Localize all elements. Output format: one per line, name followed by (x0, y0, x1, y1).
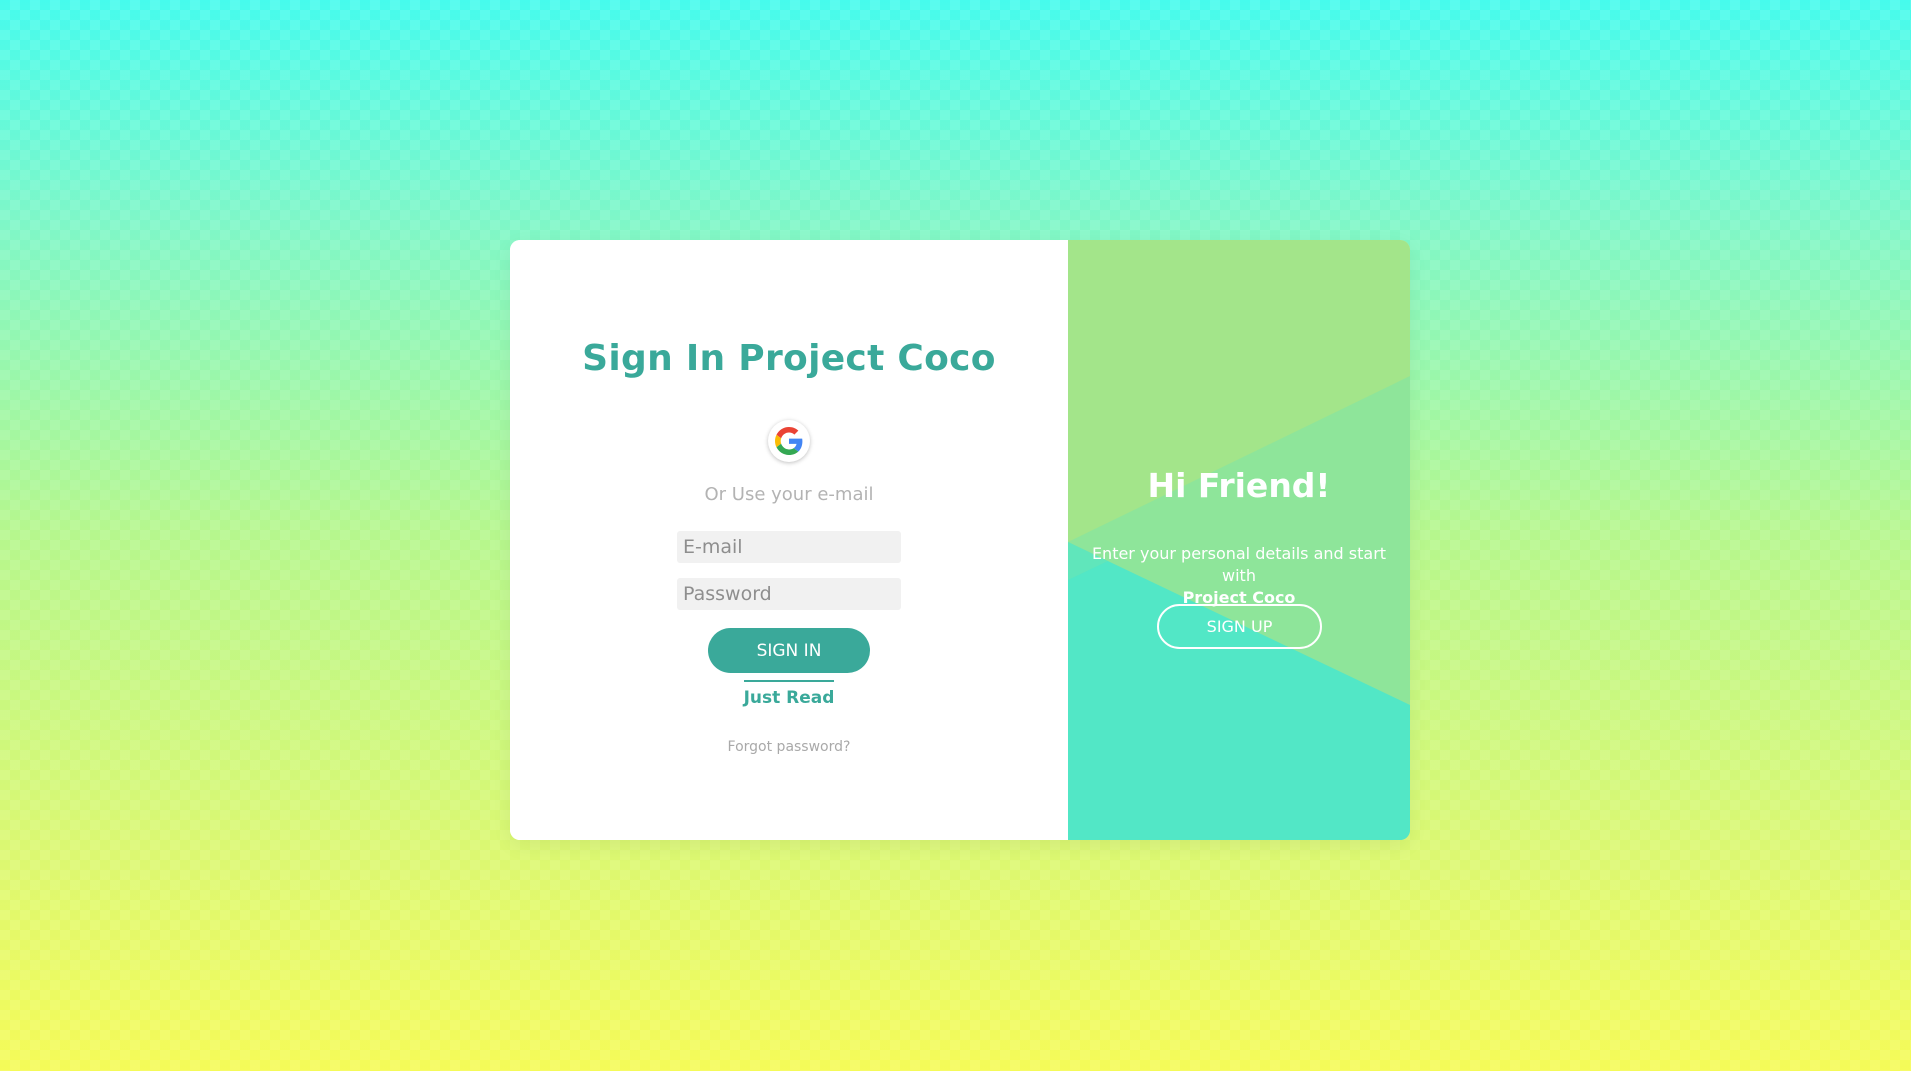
login-card: Sign In Project Coco Or Use your e-mail … (510, 240, 1410, 840)
welcome-description-text: Enter your personal details and start wi… (1091, 544, 1387, 585)
welcome-panel: Hi Friend! Enter your personal details a… (1068, 240, 1410, 840)
google-signin-button[interactable] (768, 420, 810, 462)
sign-up-button[interactable]: SIGN UP (1157, 604, 1322, 649)
welcome-description: Enter your personal details and start wi… (1078, 543, 1400, 609)
just-read-link-wrapper: Just Read (510, 680, 1068, 708)
welcome-panel-background (1068, 240, 1410, 840)
or-use-email-text: Or Use your e-mail (704, 484, 874, 505)
welcome-heading: Hi Friend! (1147, 466, 1331, 505)
forgot-password-link[interactable]: Forgot password? (510, 739, 1068, 755)
google-g-icon (775, 427, 803, 455)
sign-in-button[interactable]: SIGN IN (708, 628, 870, 673)
email-field[interactable] (677, 531, 901, 563)
page-title: Sign In Project Coco (582, 338, 996, 379)
sign-in-panel: Sign In Project Coco Or Use your e-mail … (510, 240, 1068, 840)
just-read-link[interactable]: Just Read (743, 680, 835, 708)
password-field[interactable] (677, 578, 901, 610)
